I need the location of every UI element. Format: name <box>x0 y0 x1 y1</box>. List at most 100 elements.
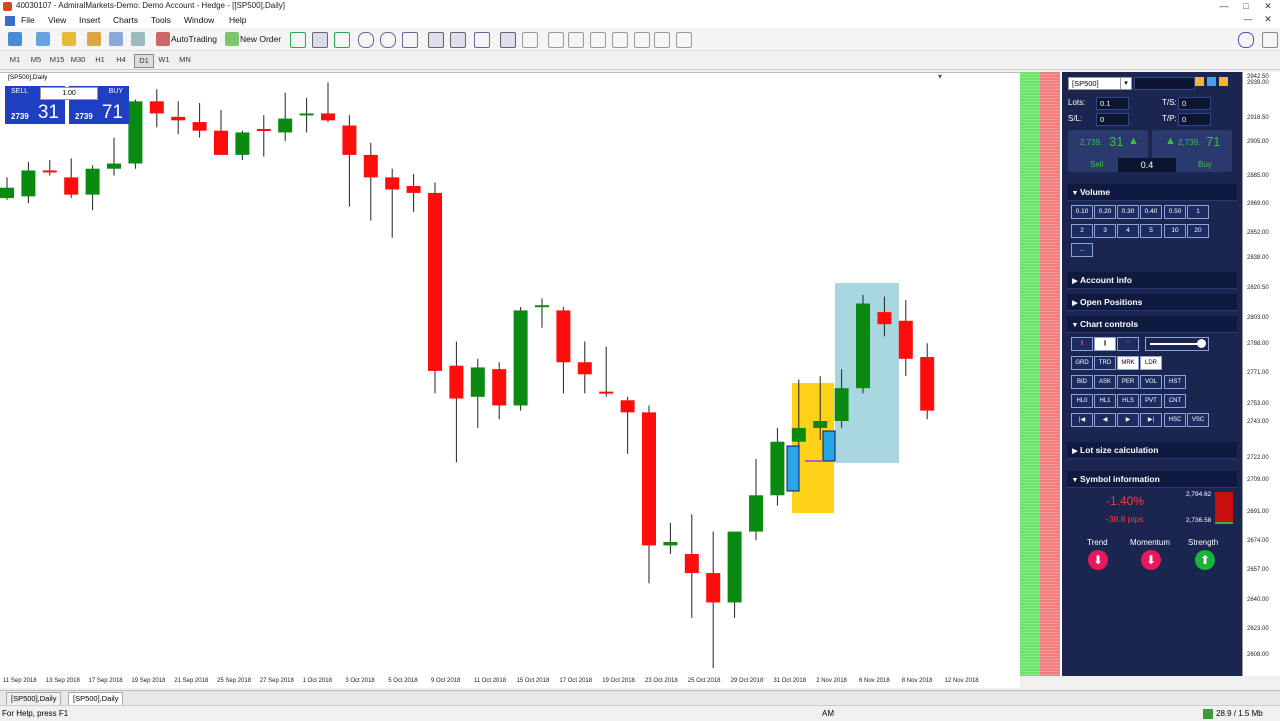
hl1-button[interactable]: HL1 <box>1094 394 1116 408</box>
chart-tab-active[interactable]: [SP500],Daily <box>68 692 124 706</box>
menu-window[interactable]: Window <box>184 15 214 25</box>
volume-button[interactable]: 1 <box>1187 205 1209 219</box>
tf-w1[interactable]: W1 <box>155 54 173 66</box>
menu-tools[interactable]: Tools <box>151 15 171 25</box>
indicators-icon[interactable] <box>474 32 490 48</box>
hl0-button[interactable]: HL0 <box>1071 394 1093 408</box>
options-icon[interactable] <box>1262 32 1278 48</box>
first-bar-icon[interactable]: |◀ <box>1071 413 1093 427</box>
section-volume[interactable]: ▼ Volume <box>1067 184 1237 201</box>
tf-m30[interactable]: M30 <box>69 54 87 66</box>
vertical-line-icon[interactable] <box>548 32 564 48</box>
navigator-icon[interactable] <box>87 32 101 46</box>
search-icon[interactable] <box>1238 32 1254 48</box>
new-order-icon[interactable] <box>225 32 239 46</box>
volume-more-button[interactable]: ... <box>1071 243 1093 257</box>
sl-input[interactable]: 0 <box>1096 113 1129 126</box>
prev-bar-icon[interactable]: ◀ <box>1094 413 1116 427</box>
ask-button[interactable]: ASK <box>1094 375 1116 389</box>
menu-charts[interactable]: Charts <box>113 15 138 25</box>
volume-button[interactable]: 2 <box>1071 224 1093 238</box>
slider-handle[interactable] <box>1197 339 1206 348</box>
volume-button[interactable]: 3 <box>1094 224 1116 238</box>
hst-button[interactable]: HST <box>1164 375 1186 389</box>
trd-button[interactable]: TRD <box>1094 356 1116 370</box>
tf-m15[interactable]: M15 <box>48 54 66 66</box>
hls-button[interactable]: HLS <box>1117 394 1139 408</box>
terminal-icon[interactable] <box>109 32 123 46</box>
lots-input[interactable]: 0.1 <box>1096 97 1129 110</box>
pvt-button[interactable]: PVT <box>1140 394 1162 408</box>
new-chart-icon[interactable] <box>8 32 22 46</box>
last-bar-icon[interactable]: ▶| <box>1140 413 1162 427</box>
ldr-button[interactable]: LDR <box>1140 356 1162 370</box>
volume-button[interactable]: 0.30 <box>1117 205 1139 219</box>
zoom-out-icon[interactable] <box>380 32 396 48</box>
horizontal-line-icon[interactable] <box>568 32 584 48</box>
strategy-tester-icon[interactable] <box>131 32 145 46</box>
menu-help[interactable]: Help <box>229 15 246 25</box>
fibonacci-icon[interactable] <box>634 32 650 48</box>
volume-button[interactable]: 0.20 <box>1094 205 1116 219</box>
line-type-icon[interactable]: ⌃ <box>1117 337 1139 351</box>
crosshair-icon[interactable] <box>522 32 538 48</box>
menu-insert[interactable]: Insert <box>79 15 100 25</box>
trendline-icon[interactable] <box>590 32 606 48</box>
text-icon[interactable] <box>654 32 670 48</box>
section-account-info[interactable]: ▶ Account info <box>1067 272 1237 289</box>
menu-file[interactable]: File <box>21 15 35 25</box>
arrows-icon[interactable] <box>676 32 692 48</box>
chart-area[interactable]: ▾ <box>0 72 1020 677</box>
lock-icon[interactable] <box>1195 77 1204 86</box>
autotrading-button[interactable]: AutoTrading <box>171 34 217 44</box>
tf-m5[interactable]: M5 <box>27 54 45 66</box>
section-lot-size-calculation[interactable]: ▶ Lot size calculation <box>1067 442 1237 459</box>
minimize-button[interactable]: — <box>1212 1 1236 12</box>
section-symbol-information[interactable]: ▼ Symbol information <box>1067 471 1237 488</box>
symbol-select[interactable]: [SP500] <box>1068 77 1125 90</box>
hsc-button[interactable]: HSC <box>1164 413 1186 427</box>
volume-button[interactable]: 0.40 <box>1140 205 1162 219</box>
tf-d1[interactable]: D1 <box>134 54 154 68</box>
volume-button[interactable]: 0.10 <box>1071 205 1093 219</box>
lot-size-input[interactable]: 1.00 <box>40 87 98 100</box>
chevron-down-icon[interactable]: ▾ <box>1120 77 1132 90</box>
profiles-icon[interactable] <box>36 32 50 46</box>
bid-button[interactable]: BID <box>1071 375 1093 389</box>
gear-icon[interactable] <box>1207 77 1216 86</box>
volume-button[interactable]: 0.50 <box>1164 205 1186 219</box>
chart-tab[interactable]: [SP500],Daily <box>6 692 62 706</box>
ts-input[interactable]: 0 <box>1178 97 1211 110</box>
next-bar-icon[interactable]: ▶ <box>1117 413 1139 427</box>
volume-button[interactable]: 10 <box>1164 224 1186 238</box>
autotrading-icon[interactable] <box>156 32 170 46</box>
mrk-button[interactable]: MRK <box>1117 356 1139 370</box>
volume-button[interactable]: 5 <box>1140 224 1162 238</box>
vsc-button[interactable]: VSC <box>1187 413 1209 427</box>
bar-chart-icon[interactable] <box>290 32 306 48</box>
vol-button[interactable]: VOL <box>1140 375 1162 389</box>
candlestick-icon[interactable] <box>312 32 328 48</box>
tf-h4[interactable]: H4 <box>112 54 130 66</box>
section-open-positions[interactable]: ▶ Open Positions <box>1067 294 1237 311</box>
cursor-icon[interactable] <box>500 32 516 48</box>
tf-m1[interactable]: M1 <box>6 54 24 66</box>
tf-h1[interactable]: H1 <box>91 54 109 66</box>
candle-type-icon[interactable]: ⫴ <box>1071 337 1093 351</box>
cnt-button[interactable]: CNT <box>1164 394 1186 408</box>
close-button[interactable]: ✕ <box>1256 1 1280 12</box>
symbol-search-field[interactable] <box>1134 77 1195 90</box>
market-watch-icon[interactable] <box>62 32 76 46</box>
menu-view[interactable]: View <box>48 15 66 25</box>
child-close-button[interactable]: ✕ <box>1256 14 1280 25</box>
grd-button[interactable]: GRD <box>1071 356 1093 370</box>
zoom-in-icon[interactable] <box>358 32 374 48</box>
tp-input[interactable]: 0 <box>1178 113 1211 126</box>
line-chart-icon[interactable] <box>334 32 350 48</box>
per-button[interactable]: PER <box>1117 375 1139 389</box>
bar-type-icon[interactable]: ⫼ <box>1094 337 1116 351</box>
zoom-slider[interactable] <box>1145 337 1209 351</box>
new-order-button[interactable]: New Order <box>240 34 281 44</box>
tf-mn[interactable]: MN <box>176 54 194 66</box>
section-chart-controls[interactable]: ▼ Chart controls <box>1067 316 1237 333</box>
